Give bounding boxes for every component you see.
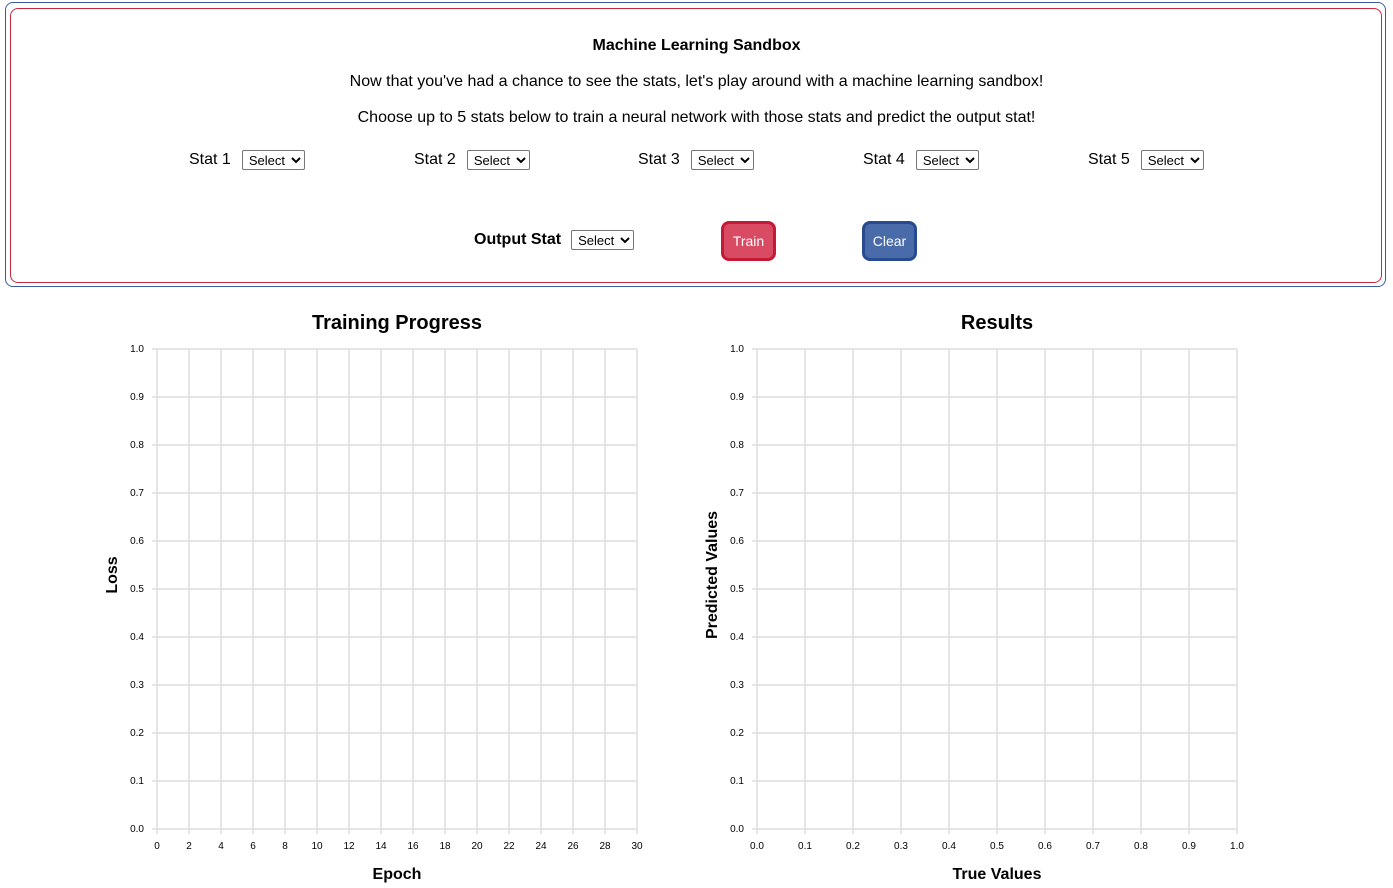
training-progress-x-tick-label: 30: [631, 841, 643, 852]
training-progress-y-axis-title: Loss: [104, 556, 121, 593]
training-progress-y-tick-label: 0.3: [130, 680, 144, 691]
training-progress-y-tick-label: 0.0: [130, 824, 144, 835]
results-y-tick-label: 0.7: [730, 488, 744, 499]
results-grid-x: [756, 349, 1238, 834]
training-progress-x-tick-label: 18: [439, 841, 451, 852]
training-progress-y-tick-label: 0.1: [130, 776, 144, 787]
training-progress-grid-y: [152, 348, 637, 830]
results-x-tick-label: 1.0: [1230, 841, 1244, 852]
training-progress-x-tick-label: 22: [503, 841, 515, 852]
training-progress-y-tick-label: 0.7: [130, 488, 144, 499]
training-progress-x-tick-label: 12: [343, 841, 355, 852]
training-progress-x-axis-title: Epoch: [373, 866, 422, 883]
results-x-tick-label: 0.3: [894, 841, 908, 852]
training-progress-y-tick-label: 0.9: [130, 392, 144, 403]
results-y-tick-label: 0.6: [730, 536, 744, 547]
results-y-tick-label: 1.0: [730, 344, 744, 355]
training-progress-chart: Training Progress 0 2 4 6 8 10 12 14 16 18 20 22 24 2…: [104, 312, 643, 883]
training-progress-y-tick-label: 1.0: [130, 344, 144, 355]
training-progress-x-tick-label: 4: [218, 841, 224, 852]
results-x-tick-label: 0.1: [798, 841, 812, 852]
training-progress-y-tick-label: 0.2: [130, 728, 144, 739]
training-progress-x-tick-label: 20: [471, 841, 483, 852]
results-chart: Results 0.0 0.1 0.2 0.3 0.4 0.5 0.6 0.7 0.8 0.9 1.…: [704, 312, 1244, 883]
results-y-tick-label: 0.3: [730, 680, 744, 691]
results-y-tick-label: 0.1: [730, 776, 744, 787]
training-progress-y-tick-label: 0.5: [130, 584, 144, 595]
results-x-tick-label: 0.2: [846, 841, 860, 852]
training-progress-x-tick-label: 2: [186, 841, 192, 852]
results-x-tick-label: 0.9: [1182, 841, 1196, 852]
training-progress-y-tick-label: 0.6: [130, 536, 144, 547]
training-progress-x-tick-label: 6: [250, 841, 256, 852]
training-progress-y-tick-label: 0.4: [130, 632, 144, 643]
training-progress-y-tick-label: 0.8: [130, 440, 144, 451]
training-progress-title: Training Progress: [312, 312, 482, 334]
charts-canvas: Training Progress 0 2 4 6 8 10 12 14 16 18 20 22 24 2…: [104, 312, 1244, 883]
results-y-tick-label: 0.9: [730, 392, 744, 403]
results-x-tick-label: 0.7: [1086, 841, 1100, 852]
results-y-axis-title: Predicted Values: [704, 511, 721, 639]
training-progress-x-tick-label: 28: [599, 841, 611, 852]
results-y-ticks: 0.0 0.1 0.2 0.3 0.4 0.5 0.6 0.7 0.8 0.9 1.0: [730, 344, 744, 835]
results-x-tick-label: 0.5: [990, 841, 1004, 852]
training-progress-x-tick-label: 0: [154, 841, 160, 852]
training-progress-grid-x: [156, 349, 638, 834]
results-x-axis-title: True Values: [953, 866, 1042, 883]
results-x-tick-label: 0.0: [750, 841, 764, 852]
results-grid-y: [752, 348, 1237, 830]
training-progress-x-tick-label: 14: [375, 841, 387, 852]
training-progress-x-tick-label: 24: [535, 841, 547, 852]
results-y-tick-label: 0.8: [730, 440, 744, 451]
results-y-tick-label: 0.5: [730, 584, 744, 595]
results-x-tick-label: 0.8: [1134, 841, 1148, 852]
training-progress-x-tick-label: 26: [567, 841, 579, 852]
results-x-ticks: 0.0 0.1 0.2 0.3 0.4 0.5 0.6 0.7 0.8 0.9 1.0: [750, 841, 1244, 852]
training-progress-x-ticks: 0 2 4 6 8 10 12 14 16 18 20 22 24 26 28 30: [154, 841, 643, 852]
training-progress-x-tick-label: 10: [311, 841, 323, 852]
results-x-tick-label: 0.4: [942, 841, 956, 852]
results-x-tick-label: 0.6: [1038, 841, 1052, 852]
training-progress-x-tick-label: 8: [282, 841, 288, 852]
training-progress-x-tick-label: 16: [407, 841, 419, 852]
results-y-tick-label: 0.2: [730, 728, 744, 739]
training-progress-y-ticks: 0.0 0.1 0.2 0.3 0.4 0.5 0.6 0.7 0.8 0.9 1.0: [130, 344, 144, 835]
results-title: Results: [961, 312, 1033, 334]
results-y-tick-label: 0.4: [730, 632, 744, 643]
results-y-tick-label: 0.0: [730, 824, 744, 835]
